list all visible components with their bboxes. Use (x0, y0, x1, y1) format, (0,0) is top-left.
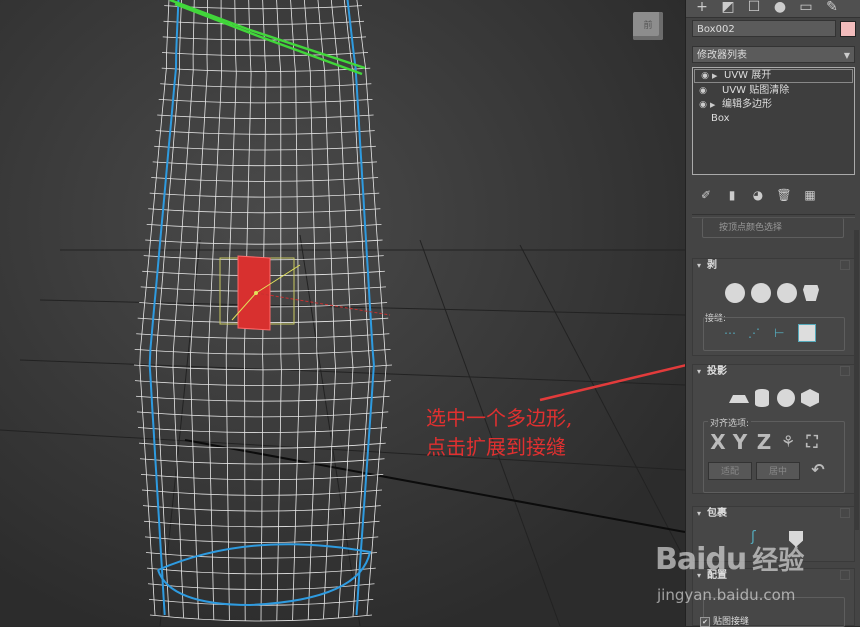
pelt-map-icon[interactable] (803, 285, 819, 301)
seams-group: ⋯ ⋰ ⊢ (703, 317, 845, 351)
edit-seams-icon[interactable]: ⋯ (724, 326, 736, 340)
viewcube-front-face[interactable]: 前 (633, 12, 663, 40)
modifier-list-label: 修改器列表 (697, 50, 747, 61)
display-icon[interactable]: ▭ (796, 0, 816, 15)
expand-to-seams-icon[interactable] (798, 324, 816, 342)
box-map-icon[interactable] (801, 389, 819, 407)
rollout-projection-header[interactable]: ▾ 投影 (693, 365, 854, 379)
reset-icon[interactable]: ↶ (808, 460, 828, 480)
perspective-viewport[interactable]: 前 选中一个多边形, 点击扩展到接缝 (0, 0, 685, 626)
rollout-pin-icon[interactable] (840, 508, 850, 518)
stack-item-box[interactable]: Box (693, 112, 854, 126)
modify-icon[interactable]: ◩ (718, 0, 738, 15)
eye-icon[interactable]: ◉ (698, 70, 712, 82)
align-to-view-icon[interactable]: ⛶ (802, 432, 822, 452)
collapse-icon: ▾ (697, 367, 702, 376)
convert-edges-to-seams-icon[interactable]: ⊢ (774, 326, 784, 340)
command-panel: + ◩ ☐ ● ▭ ✎ Box002 修改器列表 ▼ ◉ ▶ UVW 展开 ◉ UV… (685, 0, 860, 627)
configure-modifier-sets-icon[interactable]: ▦ (802, 188, 818, 202)
fit-button[interactable]: 适配 (708, 462, 752, 480)
hierarchy-icon[interactable]: ☐ (744, 0, 764, 15)
viewcube[interactable]: 前 (633, 12, 665, 42)
rollout-peel-header[interactable]: ▾ 剥 (693, 259, 854, 273)
cylindrical-map-icon[interactable] (755, 389, 769, 407)
create-icon[interactable]: + (692, 0, 712, 15)
stack-item-label: UVW 展开 (724, 70, 772, 81)
watermark-brand: Baidu (655, 542, 747, 577)
rollout-partial: 按顶点颜色选择 (692, 218, 855, 240)
rollout-projection: ▾ 投影 对齐选项: X Y Z ⚘ ⛶ 适配 居中 ↶ (692, 364, 855, 494)
panel-scrollbar[interactable] (854, 230, 859, 530)
viewport-scene (0, 0, 685, 626)
command-panel-tabs: + ◩ ☐ ● ▭ ✎ (686, 0, 860, 18)
rollout-wrap-title: 包裹 (707, 508, 727, 519)
rollout-pin-icon[interactable] (840, 366, 850, 376)
watermark-cn: 经验 (752, 546, 805, 576)
modifier-stack[interactable]: ◉ ▶ UVW 展开 ◉ UVW 贴图清除 ◉ ▶ 编辑多边形 Box (692, 67, 855, 175)
gizmo-pivot (254, 291, 258, 295)
instruction-annotation: 选中一个多边形, 点击扩展到接缝 (426, 404, 572, 462)
annotation-line-1: 选中一个多边形, (426, 406, 573, 430)
stack-item-label: 编辑多边形 (722, 99, 772, 110)
stack-item-label: Box (711, 113, 730, 124)
peel-mode-icon[interactable] (751, 283, 771, 303)
reset-peel-icon[interactable] (777, 283, 797, 303)
rollout-peel: ▾ 剥 接缝: ⋯ ⋰ ⊢ (692, 258, 855, 356)
motion-icon[interactable]: ● (770, 0, 790, 15)
collapse-icon: ▾ (697, 509, 702, 518)
align-options-label: 对齐选项: (708, 416, 752, 429)
stack-item-uvw-unwrap[interactable]: ◉ ▶ UVW 展开 (694, 69, 853, 83)
rollout-pin-icon[interactable] (840, 260, 850, 270)
show-end-result-icon[interactable]: ▮ (724, 188, 740, 202)
utilities-icon[interactable]: ✎ (822, 0, 842, 15)
align-options-group: 对齐选项: X Y Z ⚘ ⛶ 适配 居中 ↶ (703, 416, 845, 493)
make-unique-icon[interactable]: ◕ (750, 188, 766, 202)
partial-group-label: 按顶点颜色选择 (719, 223, 783, 233)
modifier-list-dropdown[interactable]: 修改器列表 ▼ (692, 46, 855, 63)
align-x-button[interactable]: X (708, 432, 728, 452)
quick-peel-icon[interactable] (725, 283, 745, 303)
spherical-map-icon[interactable] (777, 389, 795, 407)
collapse-icon: ▾ (697, 261, 702, 270)
chevron-down-icon: ▼ (843, 51, 850, 60)
planar-map-icon[interactable] (729, 395, 749, 403)
stack-item-label: UVW 贴图清除 (722, 85, 790, 96)
object-color-swatch[interactable] (840, 21, 856, 37)
rollout-peel-title: 剥 (707, 260, 717, 271)
center-button[interactable]: 居中 (756, 462, 800, 480)
pin-stack-icon[interactable]: ✐ (698, 188, 714, 202)
expand-triangle-icon[interactable]: ▶ (710, 98, 720, 112)
remove-modifier-icon[interactable]: 🗑 (776, 188, 792, 202)
align-z-button[interactable]: Z (754, 432, 774, 452)
object-name-field[interactable]: Box002 (692, 20, 836, 37)
partial-group: 按顶点颜色选择 (702, 218, 844, 238)
best-align-icon[interactable]: ⚘ (778, 432, 798, 452)
annotation-line-2: 点击扩展到接缝 (426, 435, 566, 459)
stack-item-edit-poly[interactable]: ◉ ▶ 编辑多边形 (693, 98, 854, 112)
map-seams-checkbox[interactable]: ✔ 贴图接缝 (700, 614, 749, 627)
rollout-pin-icon[interactable] (840, 570, 850, 580)
rollout-projection-title: 投影 (707, 366, 727, 377)
stack-toolbar: ✐ ▮ ◕ 🗑 ▦ (698, 184, 848, 202)
align-y-button[interactable]: Y (730, 432, 750, 452)
stack-item-uvw-clear[interactable]: ◉ UVW 贴图清除 (693, 84, 854, 98)
point-to-point-seams-icon[interactable]: ⋰ (748, 326, 760, 340)
watermark-url: jingyan.baidu.com (657, 586, 796, 604)
rollout-wrap-header[interactable]: ▾ 包裹 (693, 507, 854, 521)
expand-triangle-icon[interactable]: ▶ (712, 70, 722, 82)
eye-icon[interactable]: ◉ (696, 84, 710, 98)
eye-icon[interactable]: ◉ (696, 98, 710, 112)
baidu-watermark: Baidu 经验 jingyan.baidu.com (655, 540, 805, 604)
